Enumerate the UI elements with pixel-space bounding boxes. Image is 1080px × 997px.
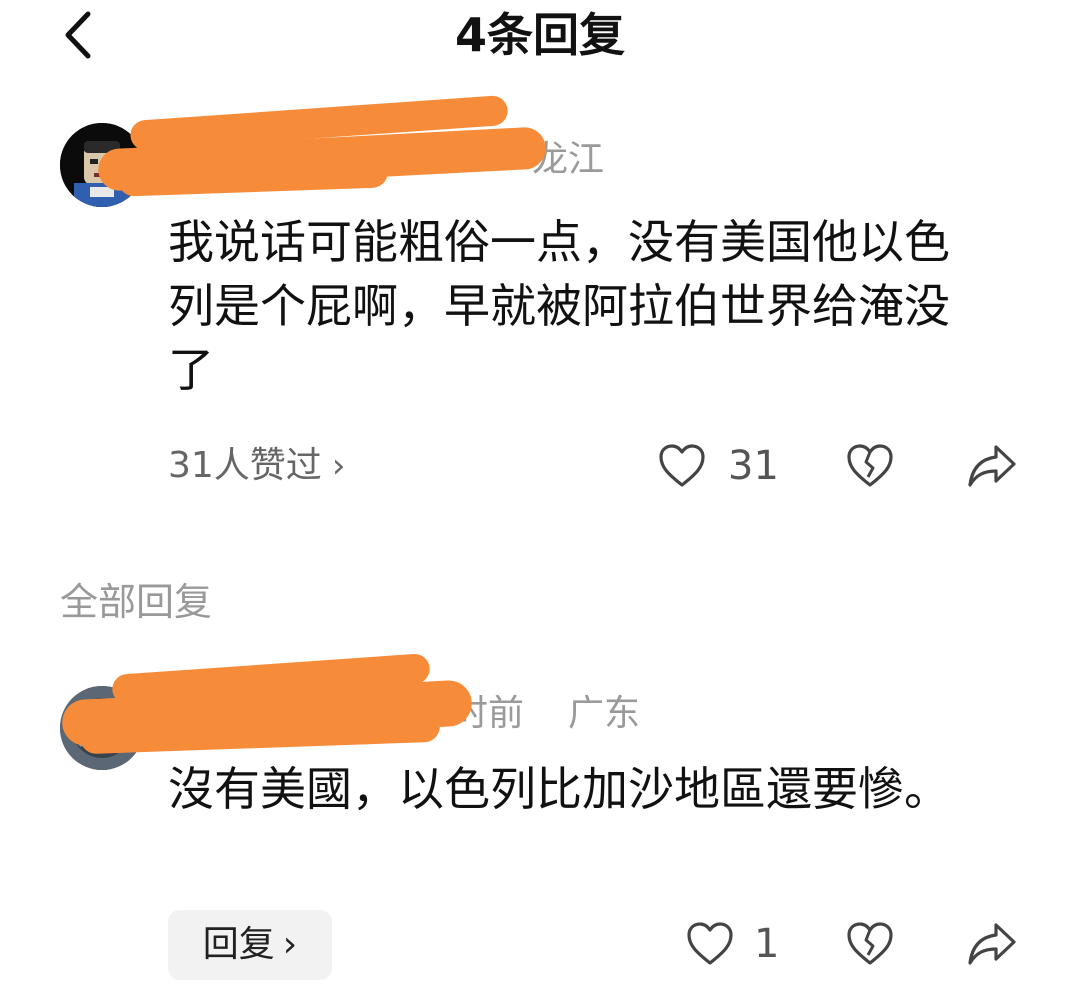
reply-button[interactable]: 回复 › bbox=[168, 910, 332, 980]
dislike-button[interactable] bbox=[846, 443, 894, 493]
reply-location: 广东 bbox=[568, 693, 641, 734]
dislike-button[interactable] bbox=[846, 921, 894, 971]
like-button[interactable] bbox=[686, 921, 734, 971]
heart-icon bbox=[658, 444, 706, 493]
chevron-right-icon: › bbox=[331, 446, 346, 486]
like-count: 1 bbox=[754, 921, 780, 967]
like-count: 31 bbox=[728, 443, 779, 489]
heart-icon bbox=[686, 922, 734, 971]
broken-heart-icon bbox=[846, 922, 894, 971]
page-title: 4条回复 bbox=[454, 8, 625, 62]
share-button[interactable] bbox=[966, 921, 1018, 971]
main-comment-body: 我说话可能粗俗一点，没有美国他以色列是个屁啊，早就被阿拉伯世界给淹没了 bbox=[168, 215, 950, 397]
share-icon bbox=[966, 923, 1018, 971]
share-button[interactable] bbox=[966, 443, 1018, 493]
like-button[interactable] bbox=[658, 443, 706, 493]
likes-summary-label: 31人赞过 bbox=[168, 445, 322, 486]
all-replies-label: 全部回复 bbox=[60, 580, 213, 624]
likes-summary-link[interactable]: 31人赞过 › bbox=[168, 440, 345, 492]
reply-button-label: 回复 bbox=[202, 924, 275, 965]
broken-heart-icon bbox=[846, 444, 894, 493]
share-icon bbox=[966, 445, 1018, 493]
reply-body: 沒有美國，以色列比加沙地區還要慘。 bbox=[168, 762, 950, 816]
chevron-right-icon: › bbox=[282, 924, 298, 965]
